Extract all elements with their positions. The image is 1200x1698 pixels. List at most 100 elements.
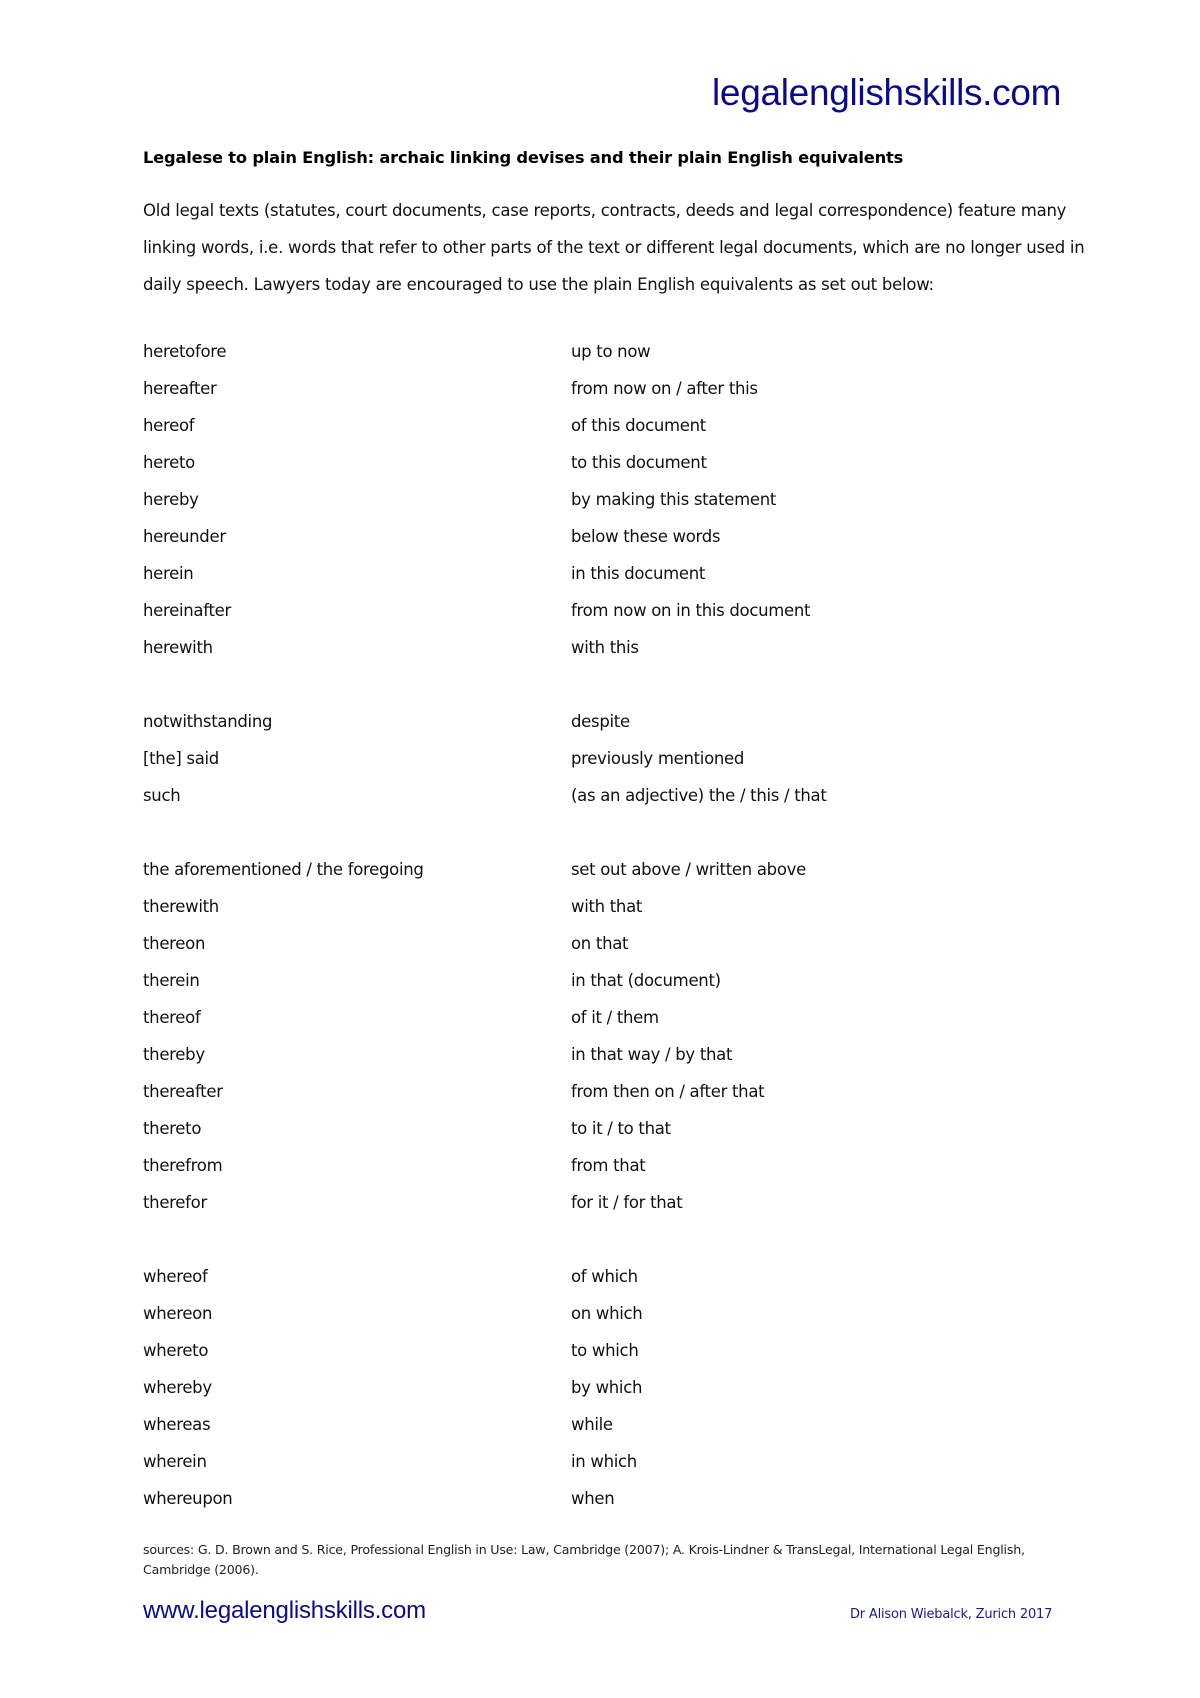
plain-english-equivalent: for it / for that [571,1193,683,1212]
sources-note: sources: G. D. Brown and S. Rice, Profes… [143,1540,1103,1580]
legalese-term: thereof [143,1008,201,1027]
plain-english-equivalent: (as an adjective) the / this / that [571,786,827,805]
table-row: thereto to it / to that [143,1110,1103,1147]
table-row: the aforementioned / the foregoing set ou… [143,851,1103,888]
table-row: hereafter from now on / after this [143,370,1103,407]
legalese-term: thereon [143,934,206,953]
table-row: whereof of which [143,1258,1103,1295]
plain-english-equivalent: in that way / by that [571,1045,733,1064]
plain-english-equivalent: while [571,1415,613,1434]
legalese-term: herein [143,564,194,583]
plain-english-equivalent: below these words [571,527,721,546]
legalese-term: whereto [143,1341,209,1360]
sources-line: sources: G. D. Brown and S. Rice, Profes… [143,1542,1025,1557]
table-row: [the] said previously mentioned [143,740,1103,777]
plain-english-equivalent: from now on / after this [571,379,758,398]
legalese-term: therefor [143,1193,207,1212]
intro-paragraph: Old legal texts (statutes, court documen… [143,192,1123,303]
plain-english-equivalent: with that [571,897,643,916]
plain-english-equivalent: with this [571,638,639,657]
table-row: whereon on which [143,1295,1103,1332]
page-title: Legalese to plain English: archaic linki… [143,148,904,167]
intro-line: daily speech. Lawyers today are encourag… [143,275,934,294]
table-row: thereby in that way / by that [143,1036,1103,1073]
legalese-term: hereto [143,453,195,472]
legalese-term: thereto [143,1119,202,1138]
legalese-term: hereby [143,490,199,509]
legalese-term: whereof [143,1267,208,1286]
plain-english-equivalent: from now on in this document [571,601,811,620]
plain-english-equivalent: up to now [571,342,651,361]
table-row: wherein in which [143,1443,1103,1480]
legalese-term: such [143,786,181,805]
plain-english-equivalent: on that [571,934,629,953]
header-brand: legalenglishskills.com [712,72,1062,113]
plain-english-equivalent: of which [571,1267,638,1286]
plain-english-equivalent: by which [571,1378,643,1397]
table-row: therewith with that [143,888,1103,925]
table-row: herein in this document [143,555,1103,592]
table-row: therein in that (document) [143,962,1103,999]
plain-english-equivalent: previously mentioned [571,749,745,768]
legalese-term: the aforementioned / the foregoing [143,860,424,879]
plain-english-equivalent: to which [571,1341,639,1360]
table-row: hereby by making this statement [143,481,1103,518]
plain-english-equivalent: in this document [571,564,706,583]
plain-english-equivalent: in that (document) [571,971,721,990]
equivalents-table: heretofore up to now hereafter from now on … [143,333,1103,1517]
table-row: whereas while [143,1406,1103,1443]
table-row: thereafter from then on / after that [143,1073,1103,1110]
legalese-term: heretofore [143,342,227,361]
legalese-term: hereinafter [143,601,231,620]
plain-english-equivalent: set out above / written above [571,860,806,879]
legalese-term: whereon [143,1304,213,1323]
plain-english-equivalent: in which [571,1452,637,1471]
intro-line: Old legal texts (statutes, court documen… [143,201,1067,220]
footer-author: Dr Alison Wiebalck, Zurich 2017 [850,1607,1053,1622]
table-row: heretofore up to now [143,333,1103,370]
plain-english-equivalent: from that [571,1156,646,1175]
plain-english-equivalent: despite [571,712,630,731]
plain-english-equivalent: from then on / after that [571,1082,765,1101]
legalese-term: whereas [143,1415,211,1434]
footer-website-link[interactable]: www.legalenglishskills.com [143,1597,426,1625]
plain-english-equivalent: when [571,1489,615,1508]
table-row: hereinafter from now on in this document [143,592,1103,629]
table-row: hereto to this document [143,444,1103,481]
legalese-term: hereof [143,416,195,435]
table-row: hereunder below these words [143,518,1103,555]
plain-english-equivalent: to this document [571,453,707,472]
plain-english-equivalent: of this document [571,416,706,435]
legalese-term: therewith [143,897,219,916]
table-row: whereto to which [143,1332,1103,1369]
table-row: herewith with this [143,629,1103,666]
legalese-term: whereupon [143,1489,233,1508]
table-row: whereupon when [143,1480,1103,1517]
plain-english-equivalent: of it / them [571,1008,659,1027]
legalese-term: hereafter [143,379,217,398]
legalese-term: notwithstanding [143,712,273,731]
table-row: hereof of this document [143,407,1103,444]
legalese-term: whereby [143,1378,212,1397]
plain-english-equivalent: to it / to that [571,1119,671,1138]
table-row: therefrom from that [143,1147,1103,1184]
legalese-term: thereby [143,1045,205,1064]
table-row: thereof of it / them [143,999,1103,1036]
table-row: thereon on that [143,925,1103,962]
intro-line: linking words, i.e. words that refer to … [143,238,1085,257]
legalese-term: wherein [143,1452,207,1471]
legalese-term: [the] said [143,749,219,768]
plain-english-equivalent: by making this statement [571,490,777,509]
table-row: whereby by which [143,1369,1103,1406]
table-row: such (as an adjective) the / this / that [143,777,1103,814]
plain-english-equivalent: on which [571,1304,643,1323]
table-row: therefor for it / for that [143,1184,1103,1221]
legalese-term: thereafter [143,1082,223,1101]
legalese-term: herewith [143,638,213,657]
legalese-term: therein [143,971,200,990]
sources-line: Cambridge (2006). [143,1562,259,1577]
legalese-term: therefrom [143,1156,223,1175]
